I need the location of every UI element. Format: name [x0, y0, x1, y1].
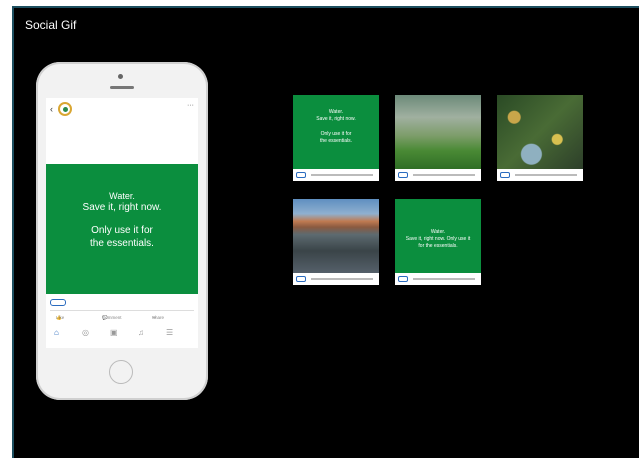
marketplace-tab-icon[interactable]: ▣: [110, 328, 118, 337]
brand-logo: [500, 172, 510, 178]
frame-footer: [395, 169, 481, 181]
menu-tab-icon[interactable]: ☰: [166, 328, 173, 337]
frame-footer: [293, 273, 379, 285]
speaker-slot: [110, 86, 134, 89]
home-tab-icon[interactable]: ⌂: [54, 328, 59, 337]
tab-bar: ⌂ ◎ ▣ ♫ ☰: [50, 328, 194, 342]
footer-text: [311, 278, 373, 280]
frame-1-line-4: the essentials.: [320, 138, 352, 144]
frame-footer: [293, 169, 379, 181]
gif-frame-3[interactable]: [497, 95, 583, 181]
frame-footer: [497, 169, 583, 181]
gif-frame-5[interactable]: Water. Save it, right now. Only use it f…: [395, 199, 481, 285]
footer-text: [413, 278, 475, 280]
chevron-left-icon[interactable]: ‹: [50, 104, 53, 114]
post-image[interactable]: Water. Save it, right now. Only use it f…: [46, 164, 198, 294]
frame-1-line-2: Save it, right now.: [316, 116, 356, 122]
brand-logo: [296, 172, 306, 178]
frame-5-line-1: Water.: [430, 229, 446, 235]
camera-dot: [118, 74, 123, 79]
frame-5-line-2: Save it, right now. Only use it: [405, 236, 471, 242]
comment-label: Comment: [102, 315, 122, 320]
more-options-icon[interactable]: ···: [187, 102, 194, 109]
page-title: Social Gif: [25, 18, 77, 32]
share-label: Share: [152, 315, 165, 320]
frame-1-line-3: Only use it for: [320, 131, 352, 137]
panel-line-2: Save it, right now.: [82, 202, 162, 213]
footer-text: [515, 174, 577, 176]
gif-frame-4[interactable]: [293, 199, 379, 285]
frame-footer: [395, 273, 481, 285]
frame-1-line-1: Water.: [328, 109, 344, 115]
gif-frame-2[interactable]: [395, 95, 481, 181]
post-header: ‹ ···: [50, 102, 194, 120]
lake-photo: [293, 199, 379, 273]
panel-line-4: the essentials.: [90, 238, 154, 249]
garden-photo: [497, 95, 583, 169]
panel-line-1: Water.: [109, 191, 135, 201]
footer-text: [311, 174, 373, 176]
brand-footer: [50, 298, 194, 308]
footer-text: [413, 174, 475, 176]
notifications-tab-icon[interactable]: ♫: [138, 328, 144, 337]
groups-tab-icon[interactable]: ◎: [82, 328, 89, 337]
brand-logo: [50, 299, 66, 306]
brand-logo: [398, 172, 408, 178]
phone-mockup: ‹ ··· Water. Save it, right now. Only us…: [36, 62, 208, 400]
brand-logo: [398, 276, 408, 282]
brand-logo: [296, 276, 306, 282]
post-actions: 👍 Like 💬 Comment ↪ Share: [50, 313, 194, 323]
divider: [50, 310, 194, 311]
avatar[interactable]: [58, 102, 72, 116]
gif-frame-1[interactable]: Water. Save it, right now. Only use it f…: [293, 95, 379, 181]
panel-line-3: Only use it for: [91, 225, 153, 236]
sprinkler-photo: [395, 95, 481, 169]
frame-5-line-3: for the essentials.: [418, 243, 458, 249]
like-label: Like: [56, 315, 65, 320]
home-button[interactable]: [109, 360, 133, 384]
phone-screen: ‹ ··· Water. Save it, right now. Only us…: [46, 98, 198, 348]
